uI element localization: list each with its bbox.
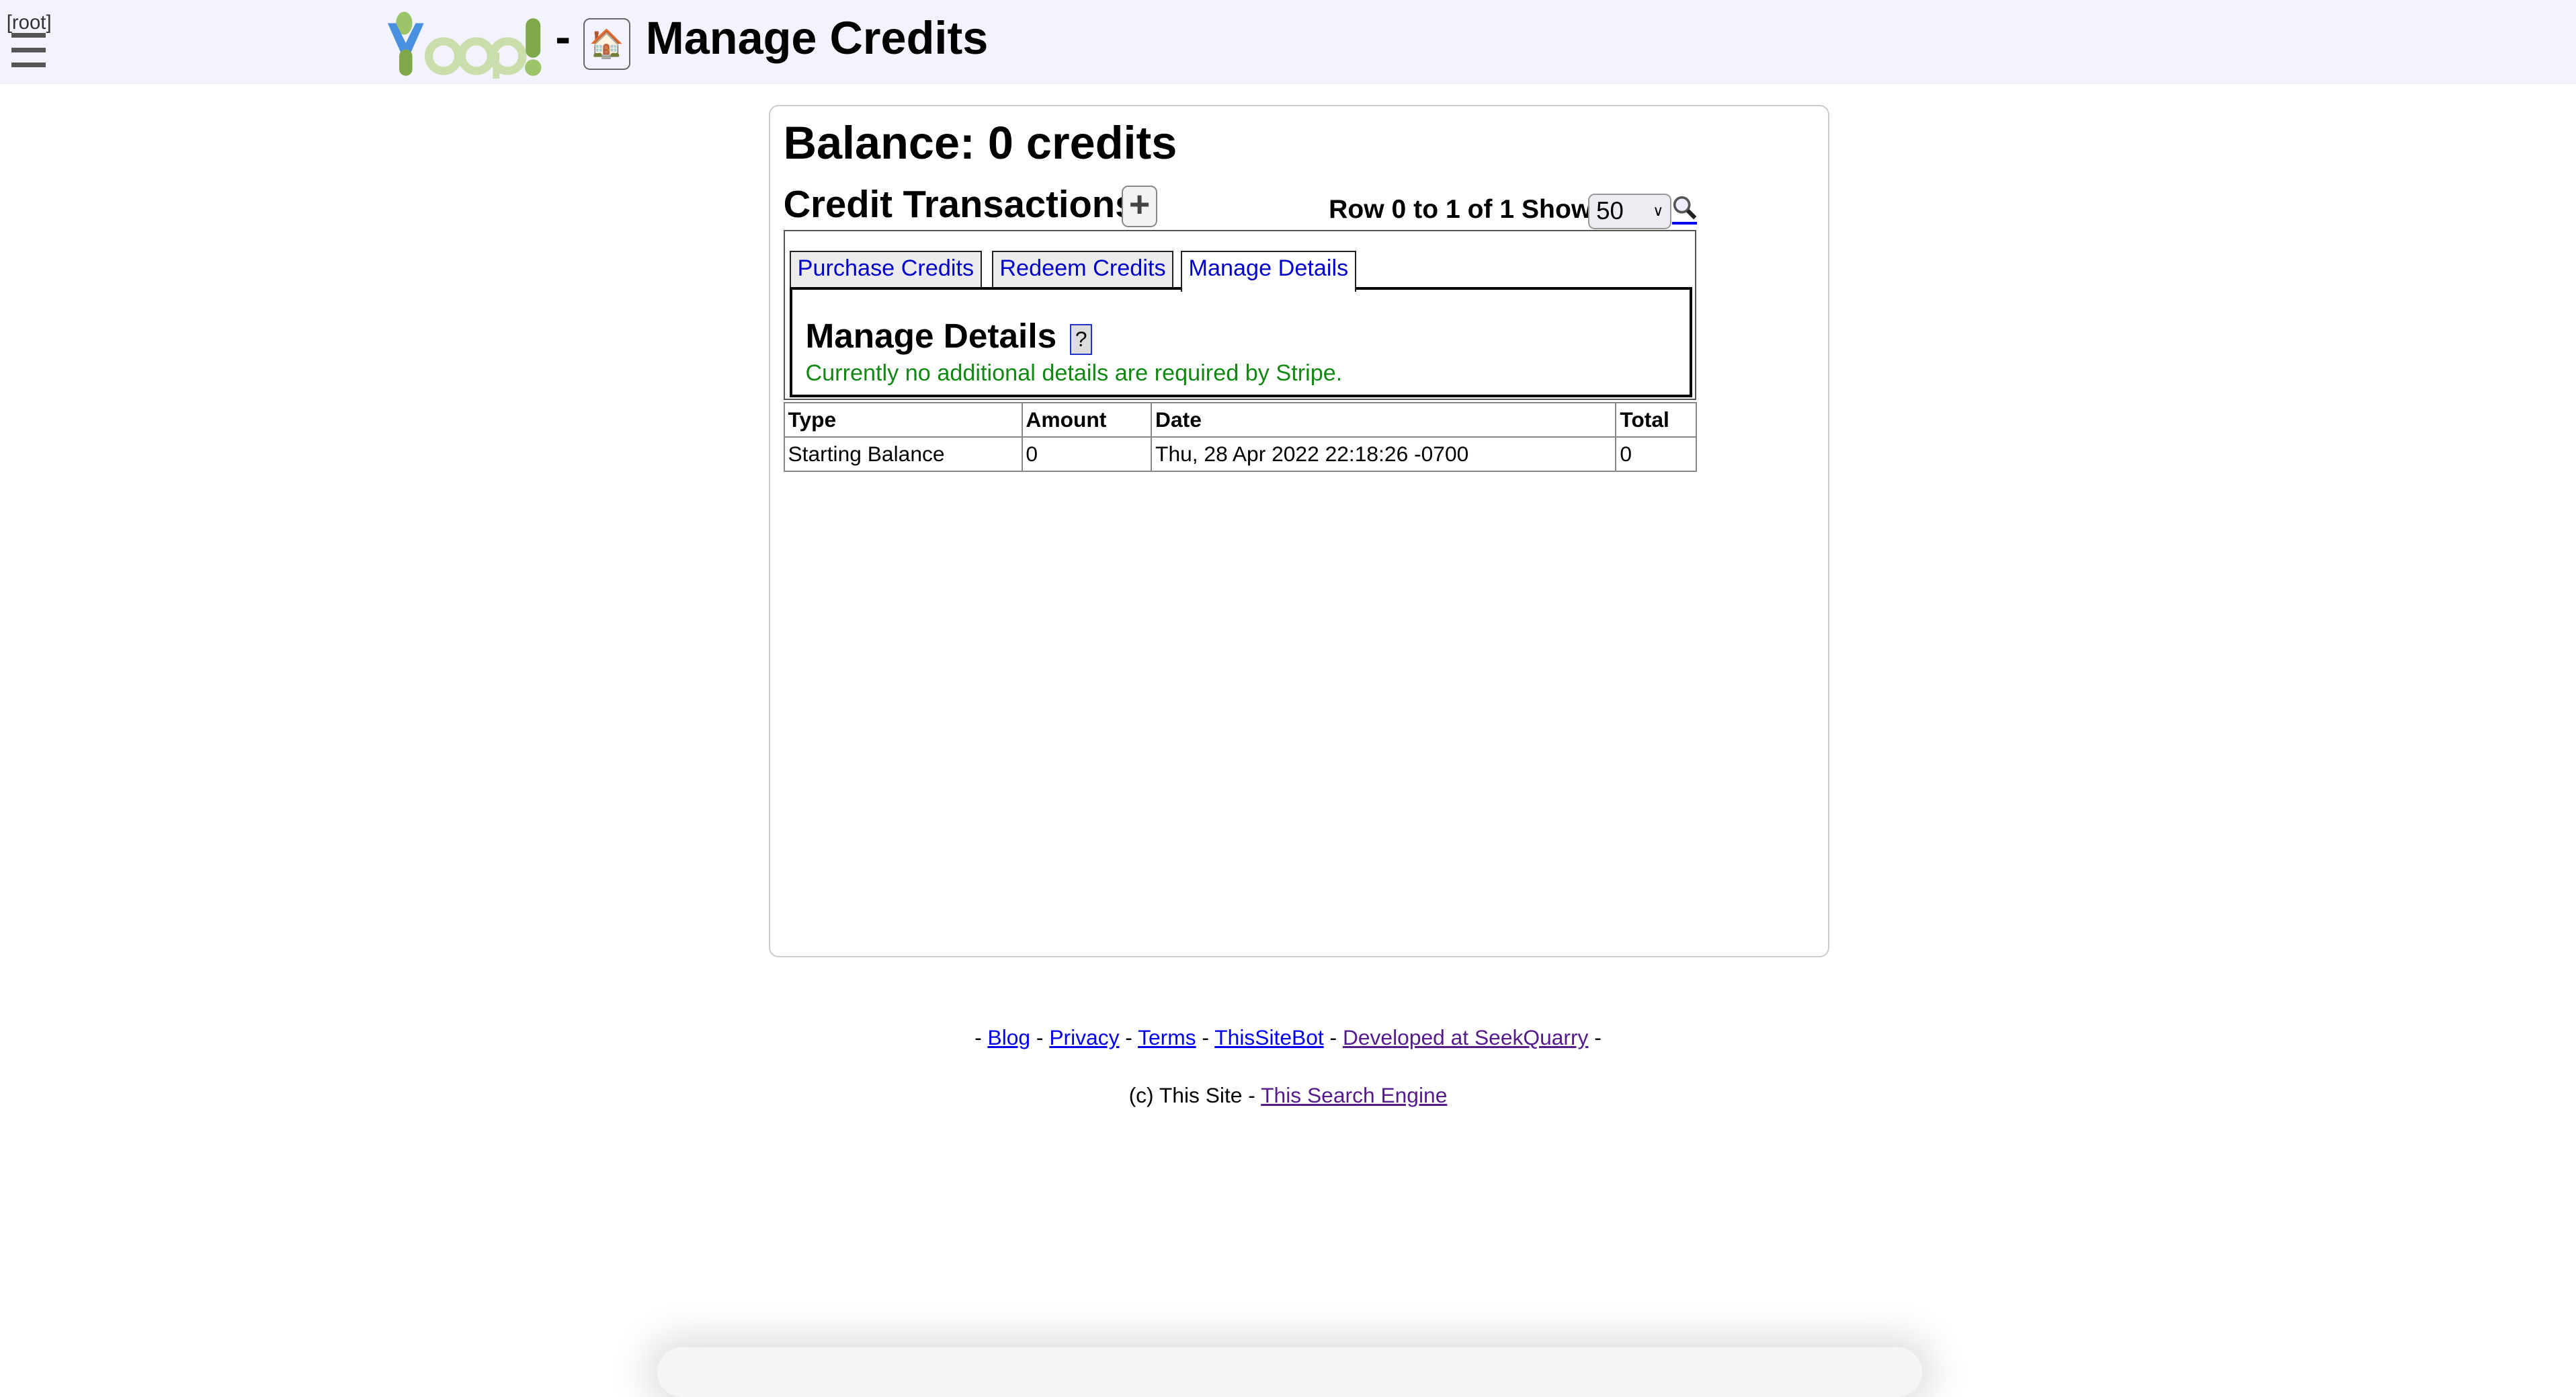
footer-link-seekquarry[interactable]: Developed at SeekQuarry bbox=[1343, 1025, 1589, 1049]
column-header-type: Type bbox=[783, 402, 1023, 438]
footer-link-search-engine[interactable]: This Search Engine bbox=[1261, 1083, 1447, 1107]
title-separator: - bbox=[555, 10, 571, 63]
footer-link-privacy[interactable]: Privacy bbox=[1049, 1025, 1119, 1049]
user-label: [root] bbox=[6, 11, 52, 34]
balance-heading: Balance: 0 credits bbox=[783, 117, 1177, 169]
column-header-date: Date bbox=[1151, 402, 1617, 438]
home-button[interactable]: 🏠 bbox=[583, 17, 630, 71]
stripe-status-message: Currently no additional details are requ… bbox=[805, 360, 1343, 386]
footer-links: - Blog - Privacy - Terms - ThisSiteBot -… bbox=[974, 1025, 1602, 1050]
manage-details-heading: Manage Details bbox=[805, 316, 1057, 355]
table-header-row: Type Amount Date Total bbox=[783, 402, 1697, 438]
manage-details-panel: Manage Details ? Currently no additional… bbox=[789, 286, 1692, 398]
column-header-amount: Amount bbox=[1021, 402, 1153, 438]
footer-link-thissitebot[interactable]: ThisSiteBot bbox=[1214, 1025, 1323, 1049]
cell-total: 0 bbox=[1615, 436, 1697, 473]
chevron-down-icon: ∨ bbox=[1653, 202, 1664, 220]
credit-transactions-heading: Credit Transactions bbox=[783, 182, 1136, 225]
search-icon[interactable] bbox=[1672, 195, 1697, 225]
transactions-table: Type Amount Date Total Starting Balance … bbox=[783, 402, 1697, 473]
footer-link-terms[interactable]: Terms bbox=[1138, 1025, 1196, 1049]
top-bar: [root] - 🏠 Manage Credits bbox=[0, 0, 2576, 84]
tab-manage-details[interactable]: Manage Details bbox=[1180, 251, 1356, 292]
show-count-value: 50 bbox=[1596, 197, 1624, 225]
house-icon: 🏠 bbox=[589, 28, 624, 60]
footer-link-blog[interactable]: Blog bbox=[988, 1025, 1031, 1049]
page: [root] - 🏠 Manage Credits Balance: 0 cre… bbox=[0, 0, 2576, 1397]
cell-type: Starting Balance bbox=[783, 436, 1023, 473]
tab-redeem-credits[interactable]: Redeem Credits bbox=[991, 251, 1174, 288]
hamburger-menu-icon[interactable] bbox=[11, 32, 46, 77]
bottom-shadow bbox=[657, 1347, 1923, 1397]
cell-date: Thu, 28 Apr 2022 22:18:26 -0700 bbox=[1151, 436, 1617, 473]
table-row: Starting Balance 0 Thu, 28 Apr 2022 22:1… bbox=[783, 436, 1697, 473]
tab-purchase-credits[interactable]: Purchase Credits bbox=[789, 251, 982, 288]
add-transaction-button[interactable]: + bbox=[1122, 185, 1157, 228]
cell-amount: 0 bbox=[1021, 436, 1153, 473]
help-button[interactable]: ? bbox=[1070, 324, 1093, 355]
yioop-logo[interactable] bbox=[384, 10, 548, 79]
tab-container: Purchase Credits Redeem Credits Manage D… bbox=[783, 229, 1696, 401]
row-info: Row 0 to 1 of 1 Show bbox=[1329, 195, 1592, 225]
credits-panel: Balance: 0 credits Credit Transactions +… bbox=[769, 105, 1830, 958]
show-count-select[interactable]: 50 ∨ bbox=[1588, 193, 1672, 229]
footer-copyright: (c) This Site - This Search Engine bbox=[0, 1083, 2576, 1108]
copyright-text: (c) This Site - bbox=[1128, 1082, 1255, 1107]
column-header-total: Total bbox=[1615, 402, 1697, 438]
page-title: Manage Credits bbox=[645, 12, 989, 65]
